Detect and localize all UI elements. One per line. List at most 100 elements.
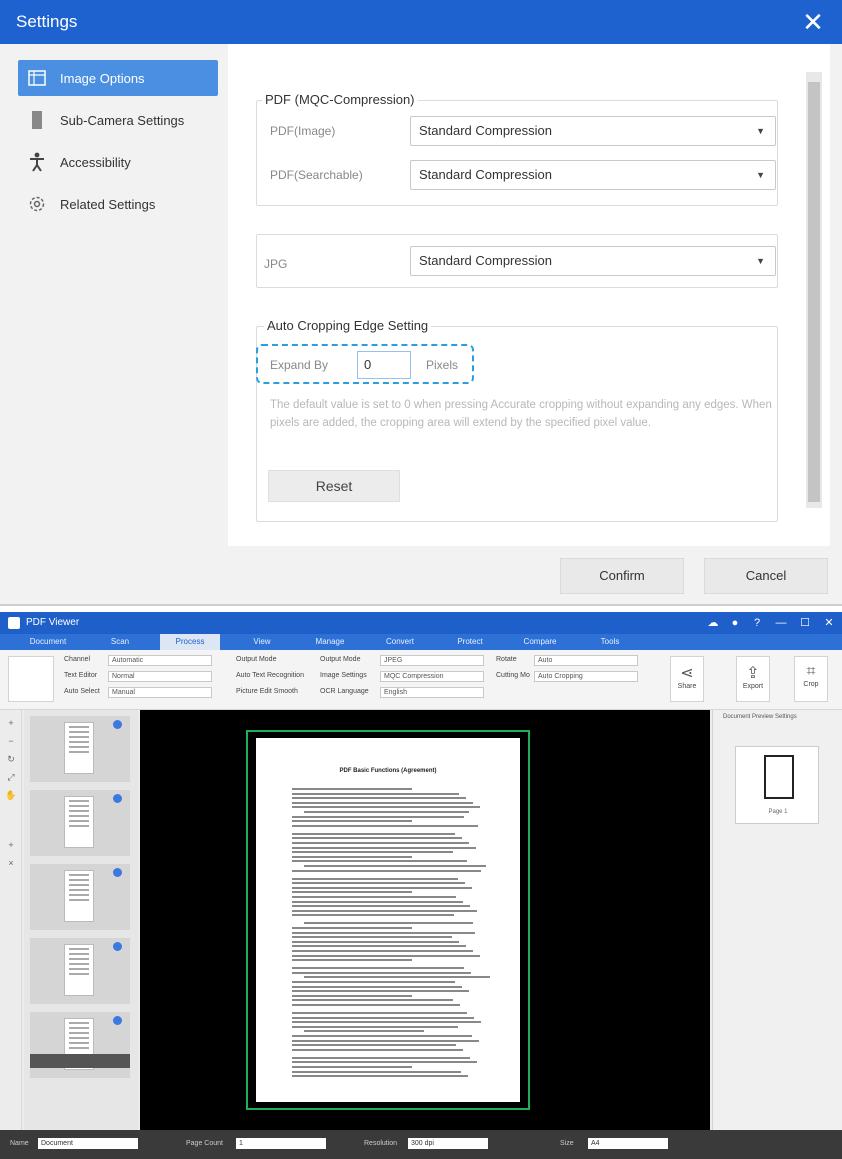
tab-tools[interactable]: Tools [580,634,640,650]
image-settings-select[interactable]: MQC Compression [380,671,484,682]
size-field[interactable]: A4 [588,1138,668,1149]
status-label: Resolution [364,1140,398,1147]
selected-icon [113,868,122,877]
close-icon[interactable]: ✕ [798,7,828,37]
tab-compare[interactable]: Compare [510,634,570,650]
thumbnail-toolbar[interactable] [30,1054,130,1068]
accessibility-icon [24,149,50,175]
settings-panel: PDF (MQC-Compression) PDF(Image) Standar… [228,44,830,546]
zoom-out-icon[interactable]: − [5,736,17,746]
thumbnail-item[interactable] [30,790,130,856]
rotate-select[interactable]: Auto [534,655,638,666]
scrollbar-thumb[interactable] [808,82,820,502]
cutting-mode-select[interactable]: Auto Cropping [534,671,638,682]
text-line [292,914,454,917]
jpg-select[interactable]: Standard Compression ▼ [410,246,776,276]
page-thumbnails [24,710,138,1130]
status-label: Name [10,1140,29,1147]
user-icon[interactable]: ● [726,615,744,631]
tab-document[interactable]: Document [18,634,78,650]
text-line [292,788,412,790]
cropping-group-title: Auto Cropping Edge Setting [264,318,432,333]
help-icon[interactable]: ? [748,615,766,631]
output-mode-select[interactable]: JPEG [380,655,484,666]
confirm-button[interactable]: Confirm [560,558,684,594]
text-line [292,1056,470,1059]
document-page: PDF Basic Functions (Agreement) [256,738,520,1102]
export-button[interactable]: ⇪ Export [736,656,770,702]
tab-convert[interactable]: Convert [370,634,430,650]
sidebar-item-related-settings[interactable]: Related Settings [18,186,218,222]
thumbnail-item[interactable] [30,716,130,782]
text-line [292,1021,481,1024]
reset-button[interactable]: Reset [268,470,400,502]
cloud-icon[interactable]: ☁ [704,615,722,631]
selected-icon [113,1016,122,1025]
maximize-icon[interactable]: ☐ [796,615,814,631]
ribbon-label: Auto Select [64,688,100,695]
ocr-language-select[interactable]: English [380,687,484,698]
preview-thumbnail[interactable]: Page 1 [735,746,819,824]
vertical-scrollbar[interactable] [806,72,822,508]
chevron-down-icon: ▼ [756,170,765,180]
app-title: PDF Viewer [26,617,80,628]
text-line [292,1061,477,1064]
tab-view[interactable]: View [232,634,292,650]
thumbnail-item[interactable] [30,1012,130,1078]
tab-process[interactable]: Process [160,634,220,650]
select-value: Standard Compression [419,167,552,182]
dialog-title-bar: Settings ✕ [0,0,842,44]
crop-icon: ⌗ [806,663,816,680]
text-line [292,891,412,894]
tab-scan[interactable]: Scan [90,634,150,650]
auto-select-select[interactable]: Manual [108,687,212,698]
text-line [292,1048,463,1051]
rotate-icon[interactable]: ↻ [5,754,17,764]
page-count-field[interactable]: 1 [236,1138,326,1149]
text-line [292,1016,474,1019]
thumbnail-page [64,722,94,774]
text-line [292,815,464,818]
thumbnail-item[interactable] [30,864,130,930]
document-viewer[interactable]: PDF Basic Functions (Agreement) [140,710,710,1130]
pixels-unit-label: Pixels [426,358,459,372]
chevron-down-icon: ▼ [756,126,765,136]
close-icon[interactable]: ✕ [820,615,838,631]
zoom-in-icon[interactable]: + [5,718,17,728]
ribbon-label: OCR Language [320,688,369,695]
fit-icon[interactable]: ⤢ [5,772,17,782]
crop-button[interactable]: ⌗ Crop [794,656,828,702]
text-line [292,842,469,844]
ribbon-label: Rotate [496,656,517,663]
expand-by-input[interactable]: 0 [357,351,411,379]
cancel-button[interactable]: Cancel [704,558,828,594]
text-line [292,990,469,993]
text-line [292,909,477,912]
text-editor-select[interactable]: Normal [108,671,212,682]
delete-icon[interactable]: × [5,858,17,868]
text-line [292,801,473,804]
thumbnail-item[interactable] [30,938,130,1004]
camera-icon [24,107,50,133]
tab-manage[interactable]: Manage [300,634,360,650]
scan-mode-button[interactable] [8,656,54,702]
tab-protect[interactable]: Protect [440,634,500,650]
add-icon[interactable]: + [5,840,17,850]
name-field[interactable]: Document [38,1138,138,1149]
sidebar-item-sub-camera[interactable]: Sub-Camera Settings [18,102,218,138]
selected-icon [113,942,122,951]
hand-icon[interactable]: ✋ [5,790,17,800]
sidebar-item-label: Sub-Camera Settings [60,112,185,128]
sidebar-item-label: Accessibility [60,154,131,170]
text-line [292,999,453,1002]
share-button[interactable]: ⋖ Share [670,656,704,702]
channel-select[interactable]: Automatic [108,655,212,666]
minimize-icon[interactable]: — [772,615,790,631]
pdf-image-select[interactable]: Standard Compression ▼ [410,116,776,146]
pdf-searchable-select[interactable]: Standard Compression ▼ [410,160,776,190]
resolution-field[interactable]: 300 dpi [408,1138,488,1149]
sidebar-item-accessibility[interactable]: Accessibility [18,144,218,180]
share-icon: ⋖ [680,665,694,682]
sidebar-item-image-options[interactable]: Image Options [18,60,218,96]
text-line [292,967,464,970]
